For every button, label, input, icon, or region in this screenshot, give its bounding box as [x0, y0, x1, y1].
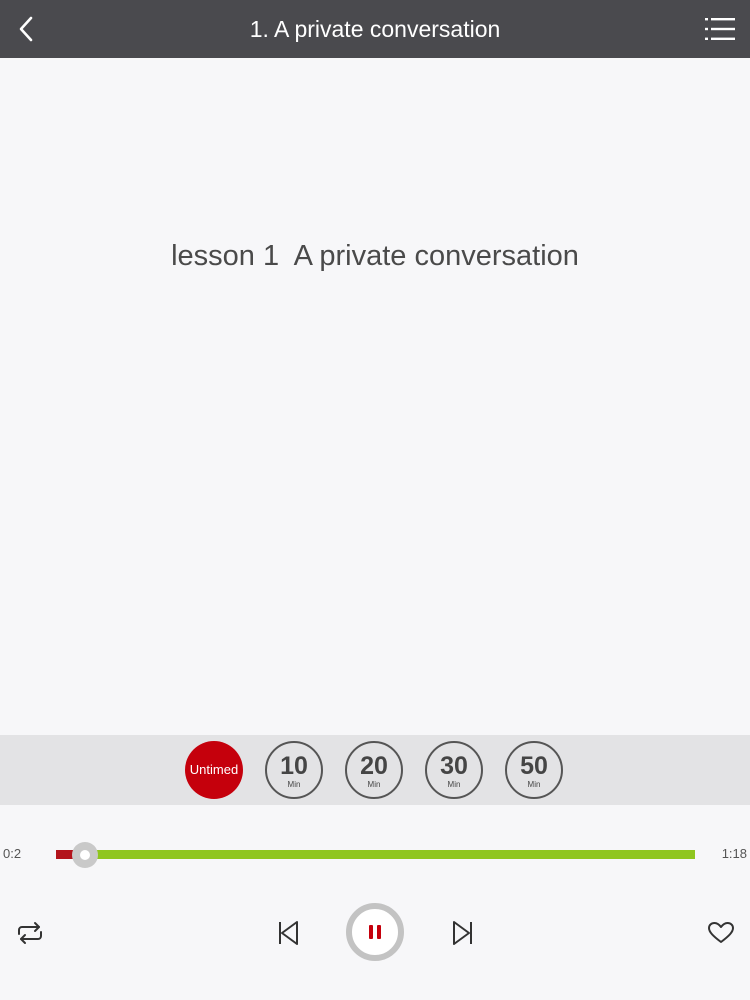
timer-30-min-button[interactable]: 30 Min — [425, 741, 483, 799]
timer-20-min-button[interactable]: 20 Min — [345, 741, 403, 799]
back-button[interactable] — [6, 9, 46, 49]
progress-handle[interactable] — [71, 842, 98, 868]
timer-10-min-button[interactable]: 10 Min — [265, 741, 323, 799]
sleep-timer-bar: Untimed 10 Min 20 Min 30 Min 50 Min — [0, 735, 750, 805]
timer-unit: Min — [367, 780, 381, 789]
timer-value: 10 — [280, 752, 308, 780]
page-title: 1. A private conversation — [249, 16, 501, 42]
favorite-button[interactable] — [702, 915, 740, 951]
pause-button[interactable] — [346, 903, 404, 961]
timer-value: 20 — [360, 752, 388, 780]
repeat-icon — [18, 922, 42, 944]
timer-untimed-button[interactable]: Untimed — [185, 741, 243, 799]
next-button[interactable] — [445, 915, 481, 951]
audio-player: 0:2 1:18 — [0, 805, 750, 1000]
timer-value: 30 — [440, 752, 468, 780]
previous-button[interactable] — [270, 915, 306, 951]
timer-50-min-button[interactable]: 50 Min — [505, 741, 563, 799]
timer-unit: Min — [527, 780, 541, 789]
progress-slider[interactable] — [56, 842, 695, 868]
lesson-title: lesson 1 A private conversation — [171, 240, 579, 272]
chevron-left-icon — [19, 16, 33, 42]
pause-icon — [369, 925, 381, 939]
timer-unit: Min — [287, 780, 301, 789]
skip-previous-icon — [279, 921, 298, 945]
repeat-button[interactable] — [10, 915, 50, 951]
top-navigation-bar: 1. A private conversation — [0, 0, 750, 58]
timer-untimed-label: Untimed — [189, 762, 239, 777]
total-time: 1:18 — [721, 846, 747, 861]
lesson-content-area: lesson 1 A private conversation — [0, 58, 750, 735]
menu-button[interactable] — [698, 9, 742, 49]
heart-icon — [708, 922, 734, 943]
timer-unit: Min — [447, 780, 461, 789]
skip-next-icon — [453, 921, 472, 945]
current-time: 0:2 — [3, 846, 22, 861]
list-icon — [705, 18, 735, 40]
timer-value: 50 — [520, 752, 548, 780]
